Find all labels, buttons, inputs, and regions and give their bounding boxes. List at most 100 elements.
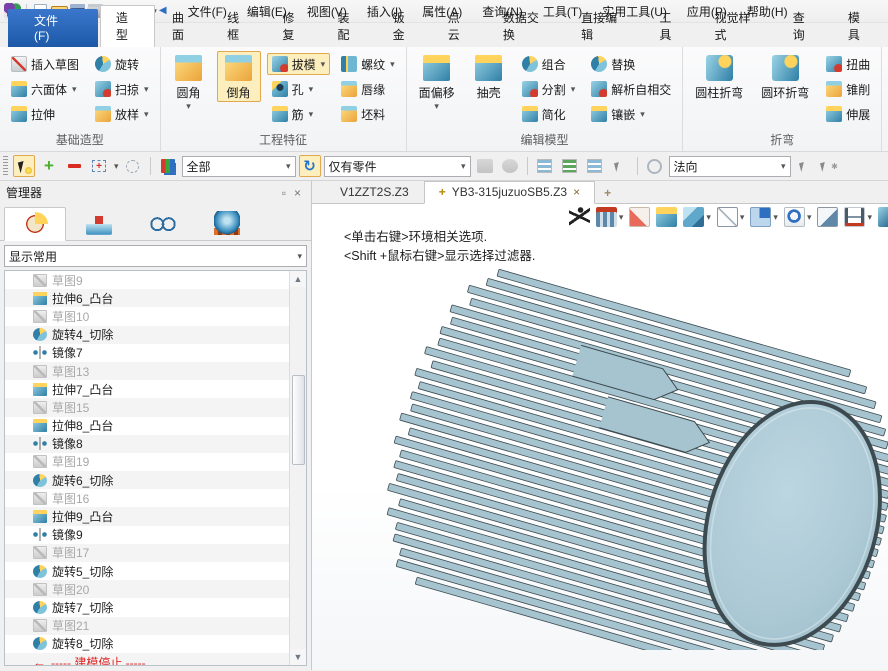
ribbon-tab-装配[interactable]: 装配 bbox=[322, 6, 375, 47]
pick-last-button[interactable] bbox=[534, 155, 556, 177]
ribbon-tab-线框[interactable]: 线框 bbox=[212, 6, 265, 47]
tree-item-镜像9[interactable]: 镜像9 bbox=[5, 526, 289, 544]
tree-item-镜像7[interactable]: 镜像7 bbox=[5, 344, 289, 362]
ribbon-button-孔[interactable]: 孔▾ bbox=[267, 78, 331, 100]
ribbon-button-螺纹[interactable]: 螺纹▾ bbox=[336, 53, 400, 75]
document-tab-YB3-315juzuoSB5.Z3[interactable]: +YB3-315juzuoSB5.Z3× bbox=[424, 181, 595, 204]
tree-item------ 建模停止 -----[interactable]: ←----- 建模停止 ----- bbox=[5, 653, 289, 666]
entity-filter-combobox[interactable]: 全部▾ bbox=[182, 156, 296, 177]
tree-scrollbar[interactable]: ▲ ▼ bbox=[289, 271, 306, 665]
pick-target-button[interactable] bbox=[794, 155, 816, 177]
offset-toggle-1-button[interactable] bbox=[474, 155, 496, 177]
tree-item-旋转6_切除[interactable]: 旋转6_切除 bbox=[5, 471, 289, 489]
tree-item-草图17[interactable]: 草图17 bbox=[5, 544, 289, 562]
ribbon-button-简化[interactable]: 简化 bbox=[517, 103, 581, 125]
toolbar-grip[interactable] bbox=[3, 156, 8, 176]
scroll-down-icon[interactable]: ▼ bbox=[290, 649, 306, 665]
tree-item-草图10[interactable]: 草图10 bbox=[5, 307, 289, 325]
pick-options-button[interactable]: ✱ bbox=[819, 155, 841, 177]
scroll-up-icon[interactable]: ▲ bbox=[290, 271, 306, 287]
ribbon-button-抽壳[interactable]: 抽壳 bbox=[467, 51, 511, 102]
ribbon-button-放样[interactable]: 放样▾ bbox=[90, 103, 154, 125]
ribbon-button-镶嵌[interactable]: 镶嵌▾ bbox=[586, 103, 676, 125]
manager-constraint-tab[interactable] bbox=[68, 206, 130, 240]
ribbon-button-拔模[interactable]: 拔模▾ bbox=[267, 53, 331, 75]
ribbon-tab-直接编辑[interactable]: 直接编辑 bbox=[566, 6, 642, 47]
ribbon-button-解析自相交[interactable]: 解析自相交 bbox=[586, 78, 676, 100]
ribbon-button-圆柱折弯[interactable]: 圆柱折弯 bbox=[689, 51, 749, 102]
chevron-down-icon[interactable]: ▾ bbox=[390, 59, 395, 70]
ribbon-tab-修复[interactable]: 修复 bbox=[267, 6, 320, 47]
ribbon-button-扫掠[interactable]: 扫掠▾ bbox=[90, 78, 154, 100]
ribbon-tab-视觉样式[interactable]: 视觉样式 bbox=[700, 6, 776, 47]
ribbon-button-圆角[interactable]: 圆角▾ bbox=[167, 51, 211, 113]
tree-item-旋转5_切除[interactable]: 旋转5_切除 bbox=[5, 562, 289, 580]
chevron-down-icon[interactable]: ▾ bbox=[571, 84, 576, 95]
chevron-down-icon[interactable]: ▾ bbox=[309, 109, 314, 120]
tree-item-草图16[interactable]: 草图16 bbox=[5, 489, 289, 507]
pick-box-dropdown-icon[interactable]: ▾ bbox=[114, 161, 119, 172]
pick-box-button[interactable]: + bbox=[88, 155, 110, 177]
close-icon[interactable]: × bbox=[573, 185, 580, 199]
remove-from-pick-button[interactable] bbox=[63, 155, 85, 177]
scroll-thumb[interactable] bbox=[292, 375, 305, 465]
tree-item-旋转7_切除[interactable]: 旋转7_切除 bbox=[5, 598, 289, 616]
add-to-pick-button[interactable]: + bbox=[38, 155, 60, 177]
ribbon-button-筋[interactable]: 筋▾ bbox=[267, 103, 331, 125]
ribbon-button-坯料[interactable]: 坯料 bbox=[336, 103, 400, 125]
ribbon-tab-曲面[interactable]: 曲面 bbox=[157, 6, 210, 47]
tree-filter-combobox[interactable]: 显示常用 ▾ bbox=[4, 245, 307, 267]
tree-item-草图15[interactable]: 草图15 bbox=[5, 398, 289, 416]
tree-item-拉伸9_凸台[interactable]: 拉伸9_凸台 bbox=[5, 507, 289, 525]
ribbon-button-圆环折弯[interactable]: 圆环折弯 bbox=[755, 51, 815, 102]
ribbon-button-伸展[interactable]: 伸展 bbox=[821, 103, 875, 125]
reorient-gyro-button[interactable] bbox=[644, 155, 666, 177]
ribbon-button-拉伸[interactable]: 拉伸 bbox=[6, 103, 84, 125]
chevron-down-icon[interactable]: ▾ bbox=[186, 101, 191, 112]
tree-item-草图21[interactable]: 草图21 bbox=[5, 617, 289, 635]
graphics-canvas[interactable]: <单击右键>环境相关选项. <Shift +鼠标右键>显示选择过滤器. ▾▾▾▾… bbox=[312, 204, 888, 670]
ribbon-button-组合[interactable]: 组合 bbox=[517, 53, 581, 75]
tree-item-草图13[interactable]: 草图13 bbox=[5, 362, 289, 380]
chevron-down-icon[interactable]: ▾ bbox=[321, 59, 326, 70]
tree-item-拉伸6_凸台[interactable]: 拉伸6_凸台 bbox=[5, 289, 289, 307]
tree-item-旋转8_切除[interactable]: 旋转8_切除 bbox=[5, 635, 289, 653]
ribbon-tab-文件(F)[interactable]: 文件(F) bbox=[8, 9, 98, 47]
chevron-down-icon[interactable]: ▾ bbox=[144, 84, 149, 95]
tree-item-拉伸8_凸台[interactable]: 拉伸8_凸台 bbox=[5, 417, 289, 435]
manager-close-button[interactable]: × bbox=[290, 186, 305, 200]
ribbon-tab-钣金[interactable]: 钣金 bbox=[378, 6, 431, 47]
tree-item-草图19[interactable]: 草图19 bbox=[5, 453, 289, 471]
ribbon-tab-造型[interactable]: 造型 bbox=[100, 5, 155, 47]
pick-scope-combobox[interactable]: 仅有零件▾ bbox=[324, 156, 471, 177]
ribbon-button-六面体[interactable]: 六面体▾ bbox=[6, 78, 84, 100]
manager-material-tab[interactable] bbox=[196, 206, 258, 240]
chevron-down-icon[interactable]: ▾ bbox=[640, 109, 645, 120]
tree-item-旋转4_切除[interactable]: 旋转4_切除 bbox=[5, 326, 289, 344]
pick-all-button[interactable] bbox=[584, 155, 606, 177]
document-tab-V1ZZT2S.Z3[interactable]: V1ZZT2S.Z3 bbox=[326, 182, 423, 203]
ribbon-tab-点云[interactable]: 点云 bbox=[433, 6, 486, 47]
motor-housing-model[interactable] bbox=[312, 204, 888, 650]
ribbon-button-扭曲[interactable]: 扭曲 bbox=[821, 53, 875, 75]
ribbon-button-唇缘[interactable]: 唇缘 bbox=[336, 78, 400, 100]
normal-direction-combobox[interactable]: 法向▾ bbox=[669, 156, 791, 177]
manager-minimize-button[interactable]: ▫ bbox=[278, 186, 290, 200]
manager-visibility-tab[interactable] bbox=[132, 206, 194, 240]
chevron-down-icon[interactable]: ▾ bbox=[144, 109, 149, 120]
offset-toggle-2-button[interactable] bbox=[499, 155, 521, 177]
ribbon-tab-工具[interactable]: 工具 bbox=[644, 6, 697, 47]
pick-lasso-button[interactable] bbox=[122, 155, 144, 177]
ribbon-tab-数据交换[interactable]: 数据交换 bbox=[488, 6, 564, 47]
auto-swap-button[interactable]: ↻ bbox=[299, 155, 321, 177]
ribbon-button-插入草图[interactable]: 插入草图 bbox=[6, 53, 84, 75]
tree-item-拉伸7_凸台[interactable]: 拉伸7_凸台 bbox=[5, 380, 289, 398]
ribbon-button-旋转[interactable]: 旋转 bbox=[90, 53, 154, 75]
ribbon-button-锥削[interactable]: 锥削 bbox=[821, 78, 875, 100]
chevron-down-icon[interactable]: ▾ bbox=[72, 84, 77, 95]
chevron-down-icon[interactable]: ▾ bbox=[434, 101, 439, 112]
tree-item-草图9[interactable]: 草图9 bbox=[5, 271, 289, 289]
ribbon-button-面偏移[interactable]: 面偏移▾ bbox=[413, 51, 461, 113]
new-tab-button[interactable]: + bbox=[596, 183, 619, 203]
color-filter-button[interactable] bbox=[157, 155, 179, 177]
